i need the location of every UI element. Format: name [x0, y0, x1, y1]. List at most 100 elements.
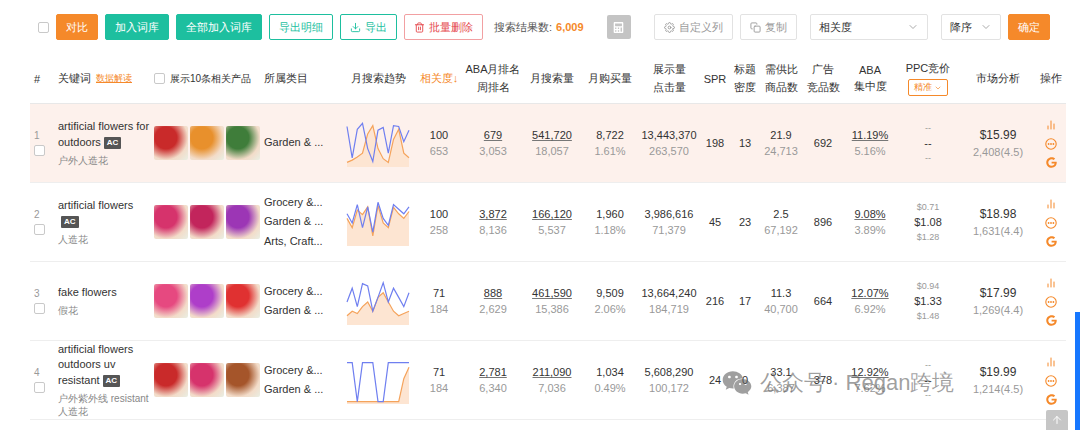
row-checkbox[interactable] — [34, 303, 45, 314]
aba-rank: 3,8728,136 — [464, 208, 522, 236]
aba-rank-value[interactable]: 2,781 — [479, 366, 507, 378]
confirm-button[interactable]: 确定 — [1008, 14, 1050, 40]
back-to-top-button[interactable] — [1046, 410, 1068, 430]
scrollbar-thumb[interactable] — [1075, 312, 1080, 430]
search-volume-value[interactable]: 211,090 — [533, 366, 572, 378]
more-icon[interactable] — [1045, 217, 1057, 229]
search-volume-sub: 5,537 — [538, 224, 566, 236]
relevance-sub: 258 — [430, 224, 448, 236]
sort-order-select[interactable]: 降序 — [941, 14, 1001, 40]
title-density-cell: 13 — [730, 137, 760, 149]
aba-concentration: 12.07%6.92% — [844, 287, 896, 315]
google-icon[interactable] — [1046, 315, 1057, 326]
google-icon[interactable] — [1046, 236, 1057, 247]
google-icon[interactable] — [1046, 157, 1057, 168]
settings-button[interactable]: 自定义列 — [654, 14, 733, 40]
product-image[interactable] — [226, 205, 260, 239]
copy-button[interactable]: 复制 — [740, 14, 797, 40]
aba-rank-value[interactable]: 888 — [484, 287, 502, 299]
keyword[interactable]: artificial flowers outdoors uv resistant… — [58, 342, 150, 388]
table-row[interactable]: 1artificial flowers for outdoorsAC户外人造花G… — [30, 104, 1066, 183]
more-icon[interactable] — [1045, 138, 1057, 150]
purchases-value: 9,509 — [596, 287, 624, 299]
impressions-value: 3,986,616 — [645, 208, 694, 220]
keyword[interactable]: fake flowers — [58, 285, 117, 300]
bar-chart-icon[interactable] — [1045, 119, 1057, 131]
google-icon[interactable] — [1046, 394, 1057, 405]
column-header: ABA月排名周排名 — [464, 62, 522, 95]
supply-demand-value: 33.1 — [770, 366, 791, 378]
trend-cell — [342, 196, 414, 248]
impressions-value: 13,664,240 — [641, 287, 696, 299]
actions-cell — [1036, 198, 1066, 247]
spr-cell: 24 — [700, 374, 730, 386]
impressions-sub: 100,172 — [649, 382, 689, 394]
more-icon[interactable] — [1045, 375, 1057, 387]
relevance-sub: 184 — [430, 303, 448, 315]
product-image[interactable] — [154, 363, 188, 397]
product-image[interactable] — [190, 205, 224, 239]
bar-chart-icon[interactable] — [1045, 277, 1057, 289]
outline-button[interactable]: 导出明细 — [269, 14, 333, 40]
danger-button[interactable]: 批量删除 — [404, 14, 483, 40]
product-image[interactable] — [190, 284, 224, 318]
aba-concentration-value[interactable]: 11.19% — [852, 129, 889, 141]
aba-concentration-value[interactable]: 12.92% — [851, 366, 888, 378]
keyword[interactable]: artificial flowersAC — [58, 198, 150, 229]
copy-icon — [750, 22, 761, 33]
purchases: 1,9601.18% — [582, 208, 638, 236]
search-volume-sub: 18,057 — [535, 145, 569, 157]
column-header: 月搜索量 — [522, 71, 582, 86]
aba-rank-value[interactable]: 679 — [484, 129, 502, 141]
table-row[interactable]: 2artificial flowersAC人造花Grocery &...Gard… — [30, 183, 1066, 262]
search-volume-value[interactable]: 541,720 — [532, 129, 572, 141]
product-image[interactable] — [190, 126, 224, 160]
products-cell — [150, 205, 260, 239]
table-row[interactable]: 4artificial flowers outdoors uv resistan… — [30, 341, 1066, 420]
show-products-checkbox[interactable] — [154, 73, 165, 84]
calculator-button[interactable] — [607, 15, 631, 39]
impressions-value: 5,608,290 — [645, 366, 694, 378]
category-cell: Grocery &...Garden & ...Arts, Craft... — [260, 195, 342, 249]
search-volume: 211,0907,036 — [522, 366, 582, 394]
bar-chart-icon[interactable] — [1045, 198, 1057, 210]
sort-field-select[interactable]: 相关度 — [810, 14, 928, 40]
export-button[interactable]: 导出 — [340, 14, 397, 40]
actions-cell — [1036, 119, 1066, 168]
row-checkbox[interactable] — [34, 382, 45, 393]
table-row[interactable]: 3fake flowers假花Grocery &...Garden & ...7… — [30, 262, 1066, 341]
supply-demand: 21.924,713 — [760, 129, 802, 157]
row-checkbox[interactable] — [34, 224, 45, 235]
column-header[interactable]: 相关度↓ — [414, 71, 464, 86]
ppc-mode-select[interactable]: 精准 — [908, 79, 948, 96]
column-header[interactable]: 展示10条相关产品 — [150, 72, 260, 86]
product-image[interactable] — [154, 205, 188, 239]
orange-button[interactable]: 对比 — [56, 14, 98, 40]
spr-cell: 216 — [700, 295, 730, 307]
aba-rank-value[interactable]: 3,872 — [479, 208, 507, 220]
keyword[interactable]: artificial flowers for outdoorsAC — [58, 119, 150, 150]
product-image[interactable] — [226, 363, 260, 397]
data-note-link[interactable]: 数据解读 — [96, 72, 132, 85]
ad-competitors-cell: 896 — [802, 216, 844, 228]
product-image[interactable] — [154, 126, 188, 160]
search-volume-value[interactable]: 166,120 — [532, 208, 572, 220]
ppc-bid: $0.71 — [917, 202, 940, 212]
bar-chart-icon[interactable] — [1045, 356, 1057, 368]
relevance-value: 71 — [433, 366, 445, 378]
aba-concentration-value[interactable]: 12.07% — [851, 287, 888, 299]
product-image[interactable] — [154, 284, 188, 318]
search-volume-value[interactable]: 461,590 — [532, 287, 572, 299]
row-checkbox[interactable] — [34, 145, 45, 156]
product-image[interactable] — [226, 126, 260, 160]
teal-button[interactable]: 加入词库 — [105, 14, 169, 40]
product-image[interactable] — [226, 284, 260, 318]
chevron-icon — [934, 84, 942, 92]
select-all-checkbox[interactable] — [38, 22, 49, 33]
more-icon[interactable] — [1045, 296, 1057, 308]
teal-button[interactable]: 全部加入词库 — [176, 14, 262, 40]
supply-demand-sub: 24,713 — [764, 145, 798, 157]
aba-concentration-value[interactable]: 9.08% — [854, 208, 885, 220]
product-image[interactable] — [190, 363, 224, 397]
ppc-cell: ------ — [896, 360, 960, 400]
